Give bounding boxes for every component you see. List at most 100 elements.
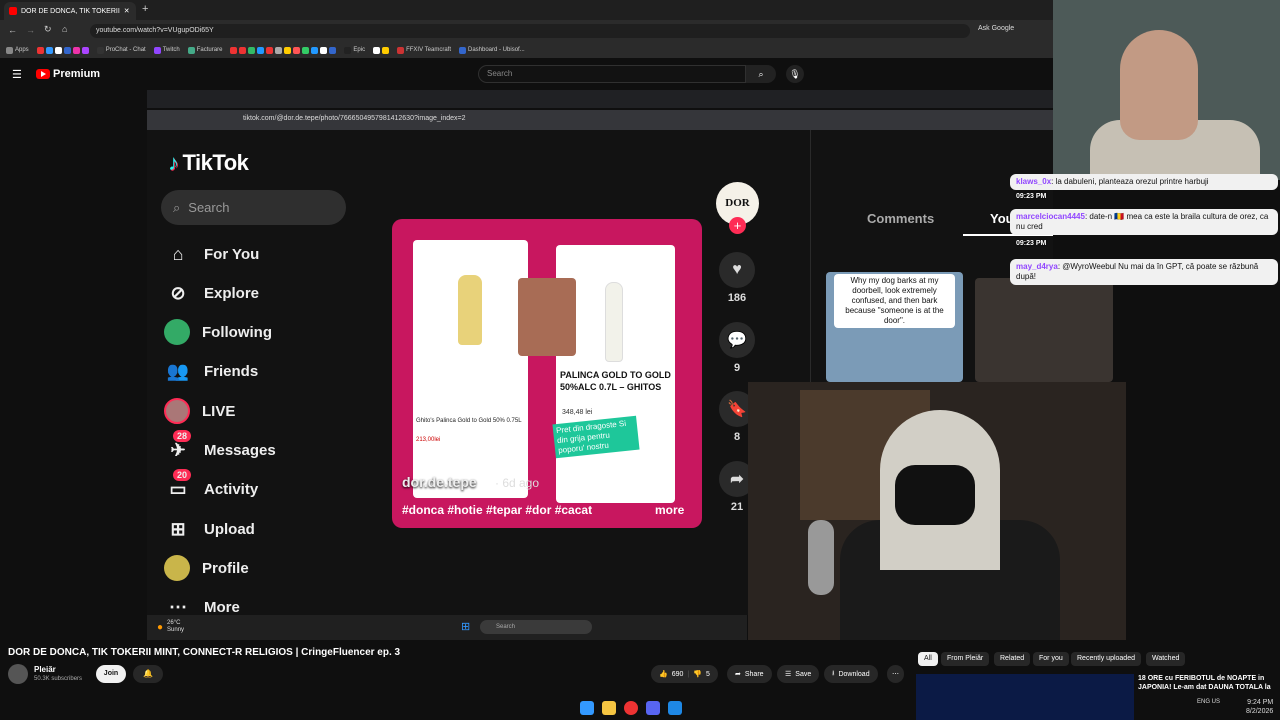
save-icon: ☰: [785, 671, 792, 678]
bookmark-dashboard[interactable]: Dashboard - Ubisof...: [459, 46, 525, 54]
activity-icon: ▭ 20: [164, 469, 192, 503]
like-pill[interactable]: 👍 690 | 👎 5: [651, 665, 718, 683]
home-icon[interactable]: ⌂: [62, 24, 67, 34]
activity-badge: 20: [173, 469, 192, 481]
youtube-logo[interactable]: Premium: [36, 68, 100, 80]
post-hashtags[interactable]: #donca #hotie #tepar #dor #cacat: [402, 503, 692, 517]
chat-message: may_d4rya: @WyroWeebul Nu mai da în GPT,…: [1010, 259, 1278, 285]
bookmark-epic[interactable]: Epic: [344, 46, 365, 54]
chat-timestamp: 09:23 PM: [1016, 240, 1047, 247]
video-title: DOR DE DONCA, TIK TOKERII MINT, CONNECT-…: [8, 647, 401, 658]
more-actions-icon[interactable]: ⋯: [887, 665, 904, 683]
friends-icon: 👥: [166, 360, 190, 381]
windows-start-icon[interactable]: ⊞: [461, 620, 470, 633]
tab-title: DOR DE DONCA, TIK TOKERII: [21, 7, 120, 15]
bookmarks-bar: Apps ProChat - Chat Twitch Facturare Epi…: [0, 42, 1053, 58]
bookmark-facturare[interactable]: Facturare: [187, 46, 222, 54]
tab-comments[interactable]: Comments: [867, 211, 934, 226]
youtube-favicon-icon: [9, 7, 17, 15]
nav-activity[interactable]: ▭ 20 Activity: [164, 469, 258, 504]
chat-timestamp: 09:23 PM: [1016, 193, 1047, 200]
nav-live[interactable]: LIVE: [164, 396, 235, 426]
search-icon[interactable]: ⌕: [746, 65, 776, 83]
browser-tabbar: [0, 0, 1053, 20]
face-mask-image: [895, 465, 975, 525]
compass-icon: ⊘: [170, 282, 186, 303]
search-icon: ⌕: [173, 199, 181, 215]
menu-icon[interactable]: ☰: [12, 68, 22, 81]
live-icon: [164, 398, 190, 424]
close-icon[interactable]: ✕: [124, 7, 130, 15]
webcam-person-face: [1120, 30, 1198, 140]
mic-icon[interactable]: 🎙: [786, 65, 804, 83]
nav-upload[interactable]: ⊞ Upload: [164, 514, 254, 544]
chip-recently-uploaded[interactable]: Recently uploaded: [1071, 652, 1141, 666]
browser-tab[interactable]: DOR DE DONCA, TIK TOKERII ✕: [4, 2, 136, 20]
chip-for-you[interactable]: For you: [1033, 652, 1069, 666]
comment-button[interactable]: 💬 9: [717, 322, 757, 374]
download-button[interactable]: ⭳ Download: [824, 665, 878, 683]
nav-following[interactable]: Following: [164, 317, 272, 347]
ask-google-button[interactable]: Ask Google: [978, 25, 1014, 32]
app-icon[interactable]: [668, 701, 682, 715]
inner-url[interactable]: tiktok.com/@dor.de.tepe/photo/7666504957…: [243, 115, 466, 122]
folder-icon[interactable]: [602, 701, 616, 715]
like-button[interactable]: ♥ 186: [717, 252, 757, 304]
video-thumbnail[interactable]: Why my dog barks at my doorbell, look ex…: [826, 272, 963, 382]
recommended-title[interactable]: 18 ORE cu FERIBOTUL de NOAPTE in JAPONIA…: [1138, 674, 1278, 692]
share-button[interactable]: ➦ Share: [727, 665, 772, 683]
chrome-icon[interactable]: [624, 701, 638, 715]
bookmark-ffxiv[interactable]: FFXIV Teamcraft: [397, 46, 451, 54]
bookmark-apps[interactable]: Apps: [6, 46, 29, 54]
product-price: 348,48 lei: [562, 409, 593, 416]
chip-from-channel[interactable]: From Pleiăr: [941, 652, 990, 666]
chat-message: marcelciocan4445: date-n 🇷🇴 mea ca este …: [1010, 209, 1278, 235]
system-clock[interactable]: 9:24 PM 8/2/2026: [1246, 698, 1273, 716]
channel-subscribers: 50.3K subscribers: [34, 676, 83, 682]
channel-name[interactable]: Pleiăr: [34, 665, 56, 674]
messages-badge: 28: [173, 430, 192, 442]
sun-icon: ●: [157, 621, 164, 633]
video-thumbnail[interactable]: [975, 278, 1113, 382]
bookmark-twitch[interactable]: Twitch: [153, 46, 180, 54]
more-button[interactable]: more: [655, 503, 684, 517]
reload-icon[interactable]: ↻: [44, 24, 52, 35]
bottle-image: [458, 275, 482, 345]
nav-profile[interactable]: Profile: [164, 553, 249, 583]
join-button[interactable]: Join: [96, 665, 126, 683]
windows-start-icon[interactable]: [580, 701, 594, 715]
chip-watched[interactable]: Watched: [1146, 652, 1186, 666]
taskbar-search-input[interactable]: Search: [480, 620, 592, 634]
bell-icon[interactable]: 🔔: [133, 665, 163, 683]
tiktok-search-input[interactable]: ⌕ Search: [161, 190, 346, 225]
download-icon: ⭳: [832, 669, 835, 677]
left-product-name: Ghito's Palinca Gold to Gold 50% 0.75L: [416, 418, 522, 424]
bottle-image: [605, 282, 623, 362]
nav-friends[interactable]: 👥 Friends: [164, 356, 258, 386]
tiktok-logo[interactable]: ♪ TikTok: [168, 150, 249, 176]
back-icon[interactable]: ←: [8, 25, 17, 35]
nav-for-you[interactable]: ⌂ For You: [164, 239, 260, 269]
channel-avatar[interactable]: [8, 664, 28, 684]
youtube-play-icon: [36, 69, 50, 79]
chip-all[interactable]: All: [918, 652, 938, 666]
chip-related[interactable]: Related: [994, 652, 1031, 666]
address-bar[interactable]: youtube.com/watch?v=VUgupODi65Y: [90, 24, 970, 38]
inner-browser-tabs: [147, 90, 1053, 108]
left-product-price: 213,00lei: [416, 437, 441, 443]
recommended-thumbnail[interactable]: [916, 674, 1134, 720]
post-author[interactable]: dor.de.tepe: [402, 474, 477, 490]
youtube-search-input[interactable]: Search: [478, 65, 746, 83]
discord-icon[interactable]: [646, 701, 660, 715]
follow-plus-icon[interactable]: +: [729, 217, 746, 234]
new-tab-icon[interactable]: +: [142, 3, 148, 15]
nav-messages[interactable]: ✈ 28 Messages: [164, 430, 276, 465]
save-button[interactable]: ☰ Save: [777, 665, 820, 683]
language-indicator[interactable]: ENG US: [1197, 698, 1220, 706]
nav-explore[interactable]: ⊘ Explore: [164, 278, 259, 308]
windows-taskbar: [580, 697, 700, 719]
face-overlay-image: [518, 278, 576, 356]
weather-widget[interactable]: ● 26°C Sunny: [157, 620, 184, 634]
bookmark-prochat[interactable]: ProChat - Chat: [96, 46, 146, 54]
forward-icon[interactable]: →: [26, 25, 35, 35]
